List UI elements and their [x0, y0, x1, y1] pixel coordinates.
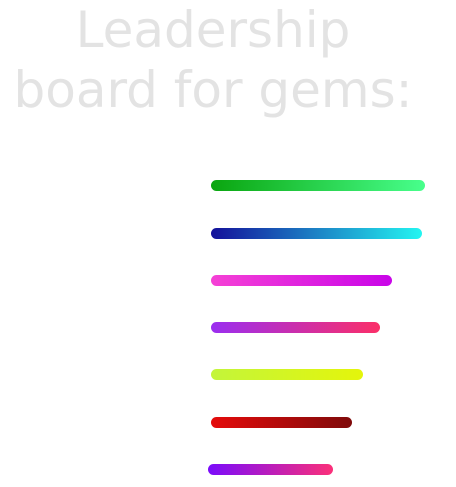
leaderboard-bar-5: [211, 369, 363, 380]
leaderboard-bar-2: [211, 228, 422, 239]
leaderboard-bar-3: [211, 275, 392, 286]
leaderboard-bar-4: [211, 322, 380, 333]
leaderboard-bar-1: [211, 180, 425, 191]
leaderboard-bar-7: [208, 464, 333, 475]
leaderboard-bar-6: [211, 417, 352, 428]
leaderboard-bars: [0, 0, 456, 487]
